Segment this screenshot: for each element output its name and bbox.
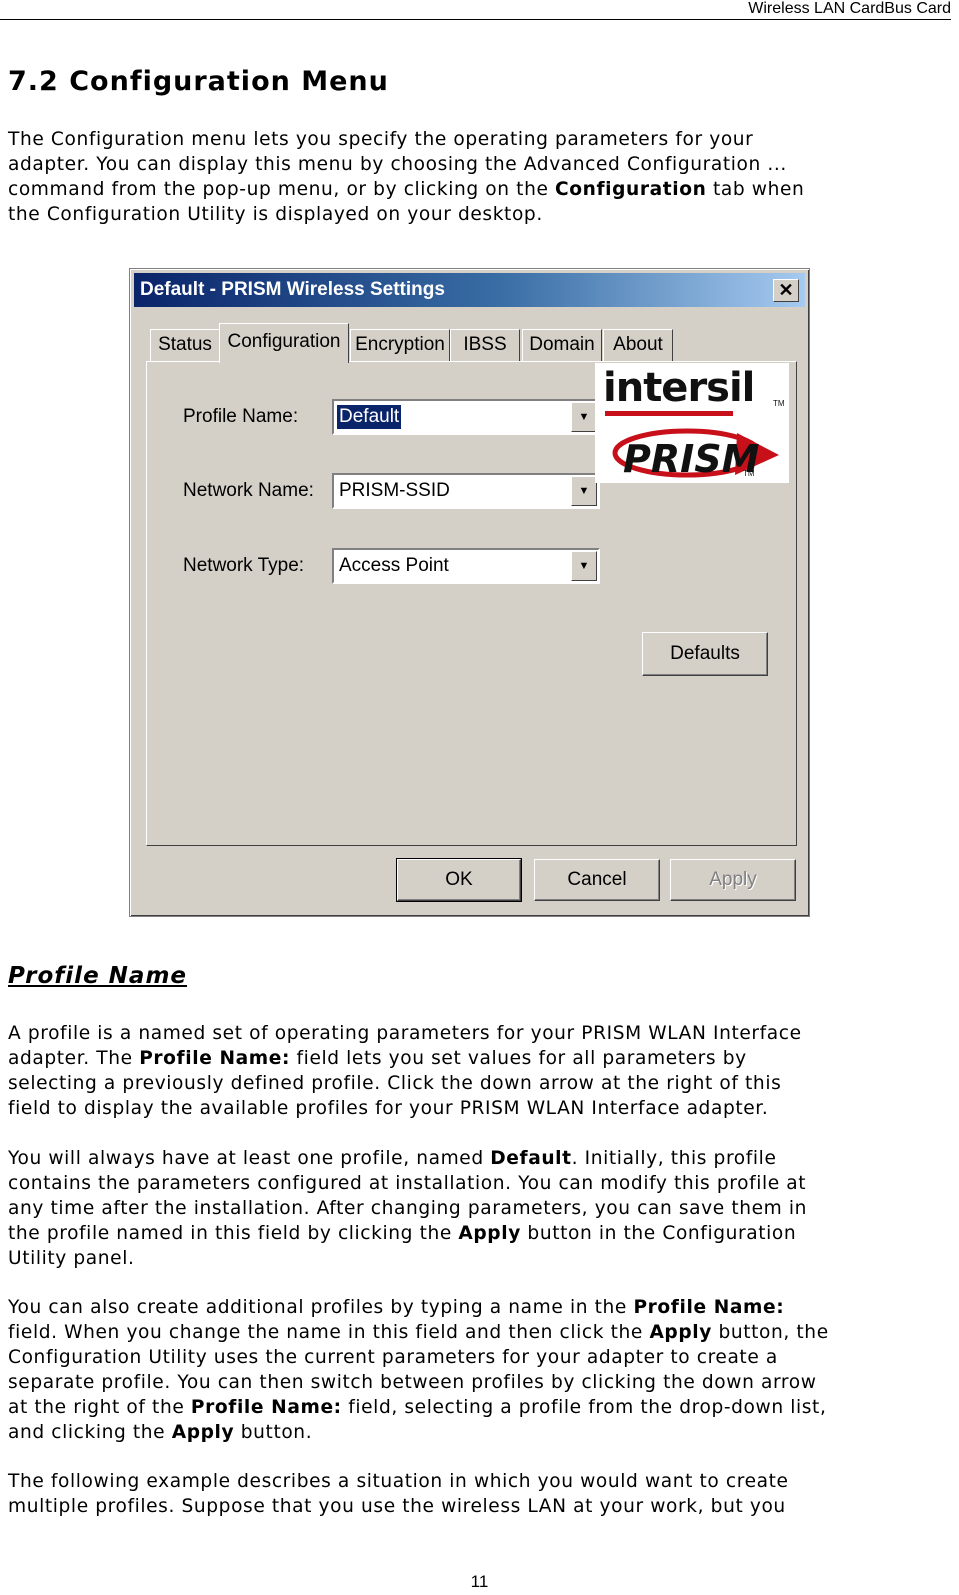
profile-paragraph-2: You will always have at least one profil… [8, 1148, 808, 1269]
profile-name-dropdown-button[interactable]: ▼ [571, 402, 597, 432]
prism-logo: PRISM [623, 437, 760, 481]
trademark-mark: TM [743, 469, 755, 478]
tab-configuration[interactable]: Configuration [219, 323, 349, 363]
tab-status[interactable]: Status [150, 329, 220, 361]
network-type-label: Network Type: [183, 555, 305, 576]
intro-paragraph: The Configuration menu lets you specify … [8, 129, 805, 225]
network-name-label: Network Name: [183, 480, 314, 501]
profile-paragraph-1: A profile is a named set of operating pa… [8, 1023, 802, 1119]
logo-underline [605, 411, 733, 416]
profile-name-heading: Profile Name [8, 963, 188, 989]
profile-paragraph-4: The following example describes a situat… [8, 1471, 789, 1517]
close-button[interactable]: ✕ [773, 279, 799, 302]
intersil-prism-logo: intersil TM PRISM TM [595, 363, 789, 483]
profile-name-value: Default [337, 405, 402, 429]
network-type-combobox[interactable]: Access Point ▼ [332, 548, 600, 584]
profile-name-combobox[interactable]: Default ▼ [332, 399, 600, 435]
cancel-button[interactable]: Cancel [534, 859, 660, 901]
profile-paragraph-3: You can also create additional profiles … [8, 1297, 829, 1443]
running-header: Wireless LAN CardBus Card [0, 0, 951, 20]
dialog-title: Default - PRISM Wireless Settings [140, 279, 445, 300]
network-type-dropdown-button[interactable]: ▼ [571, 551, 597, 581]
tab-domain[interactable]: Domain [522, 329, 602, 361]
network-name-value: PRISM-SSID [339, 480, 450, 501]
intersil-logo: intersil [603, 365, 755, 411]
apply-button[interactable]: Apply [670, 859, 796, 901]
dropdown-arrow-icon: ▼ [578, 485, 590, 497]
profile-name-label: Profile Name: [183, 406, 299, 427]
ok-button[interactable]: OK [396, 858, 522, 902]
tab-encryption[interactable]: Encryption [350, 329, 450, 361]
dropdown-arrow-icon: ▼ [578, 560, 590, 572]
settings-dialog: Default - PRISM Wireless Settings ✕ Stat… [129, 268, 810, 917]
section-heading: 7.2 Configuration Menu [8, 66, 389, 97]
network-name-combobox[interactable]: PRISM-SSID ▼ [332, 473, 600, 509]
network-type-value: Access Point [339, 555, 449, 576]
network-name-dropdown-button[interactable]: ▼ [571, 476, 597, 506]
page-number: 11 [470, 1572, 489, 1591]
tab-ibss[interactable]: IBSS [450, 329, 520, 361]
trademark-mark: TM [773, 399, 785, 408]
tab-about[interactable]: About [603, 329, 673, 361]
dialog-titlebar: Default - PRISM Wireless Settings ✕ [134, 273, 805, 307]
configuration-panel: Profile Name: Default ▼ Network Name: PR… [146, 361, 797, 846]
defaults-button[interactable]: Defaults [642, 632, 768, 676]
dropdown-arrow-icon: ▼ [578, 411, 590, 423]
close-icon: ✕ [778, 280, 794, 300]
